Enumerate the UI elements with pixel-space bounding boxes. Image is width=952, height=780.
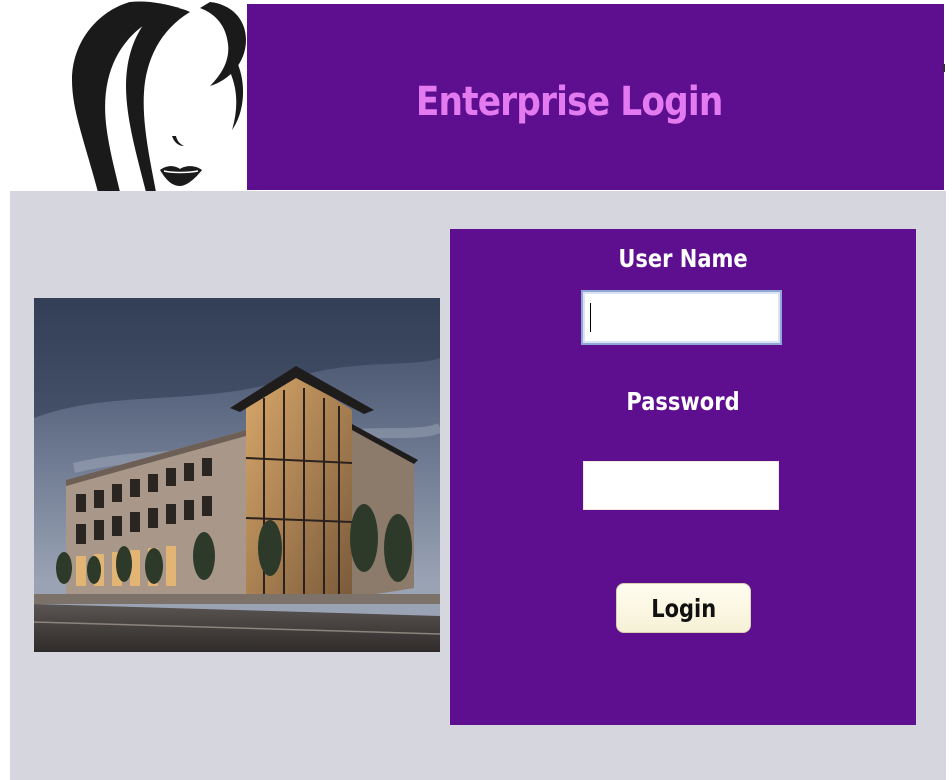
login-button-label: Login	[651, 593, 716, 623]
text-caret	[590, 303, 591, 332]
header-banner: Enterprise Login	[247, 4, 944, 190]
woman-face-logo-icon	[60, 0, 250, 192]
header-edge-mark	[943, 64, 945, 72]
password-input[interactable]	[583, 461, 779, 510]
password-label: Password	[626, 387, 740, 416]
login-form-panel: User Name Password Login	[450, 229, 916, 725]
office-building-photo	[34, 298, 440, 652]
page-title: Enterprise Login	[415, 79, 723, 125]
username-input[interactable]	[581, 290, 782, 345]
username-label: User Name	[618, 244, 748, 273]
login-button[interactable]: Login	[616, 583, 751, 633]
page: Enterprise Login User Name Password Logi…	[0, 0, 952, 780]
